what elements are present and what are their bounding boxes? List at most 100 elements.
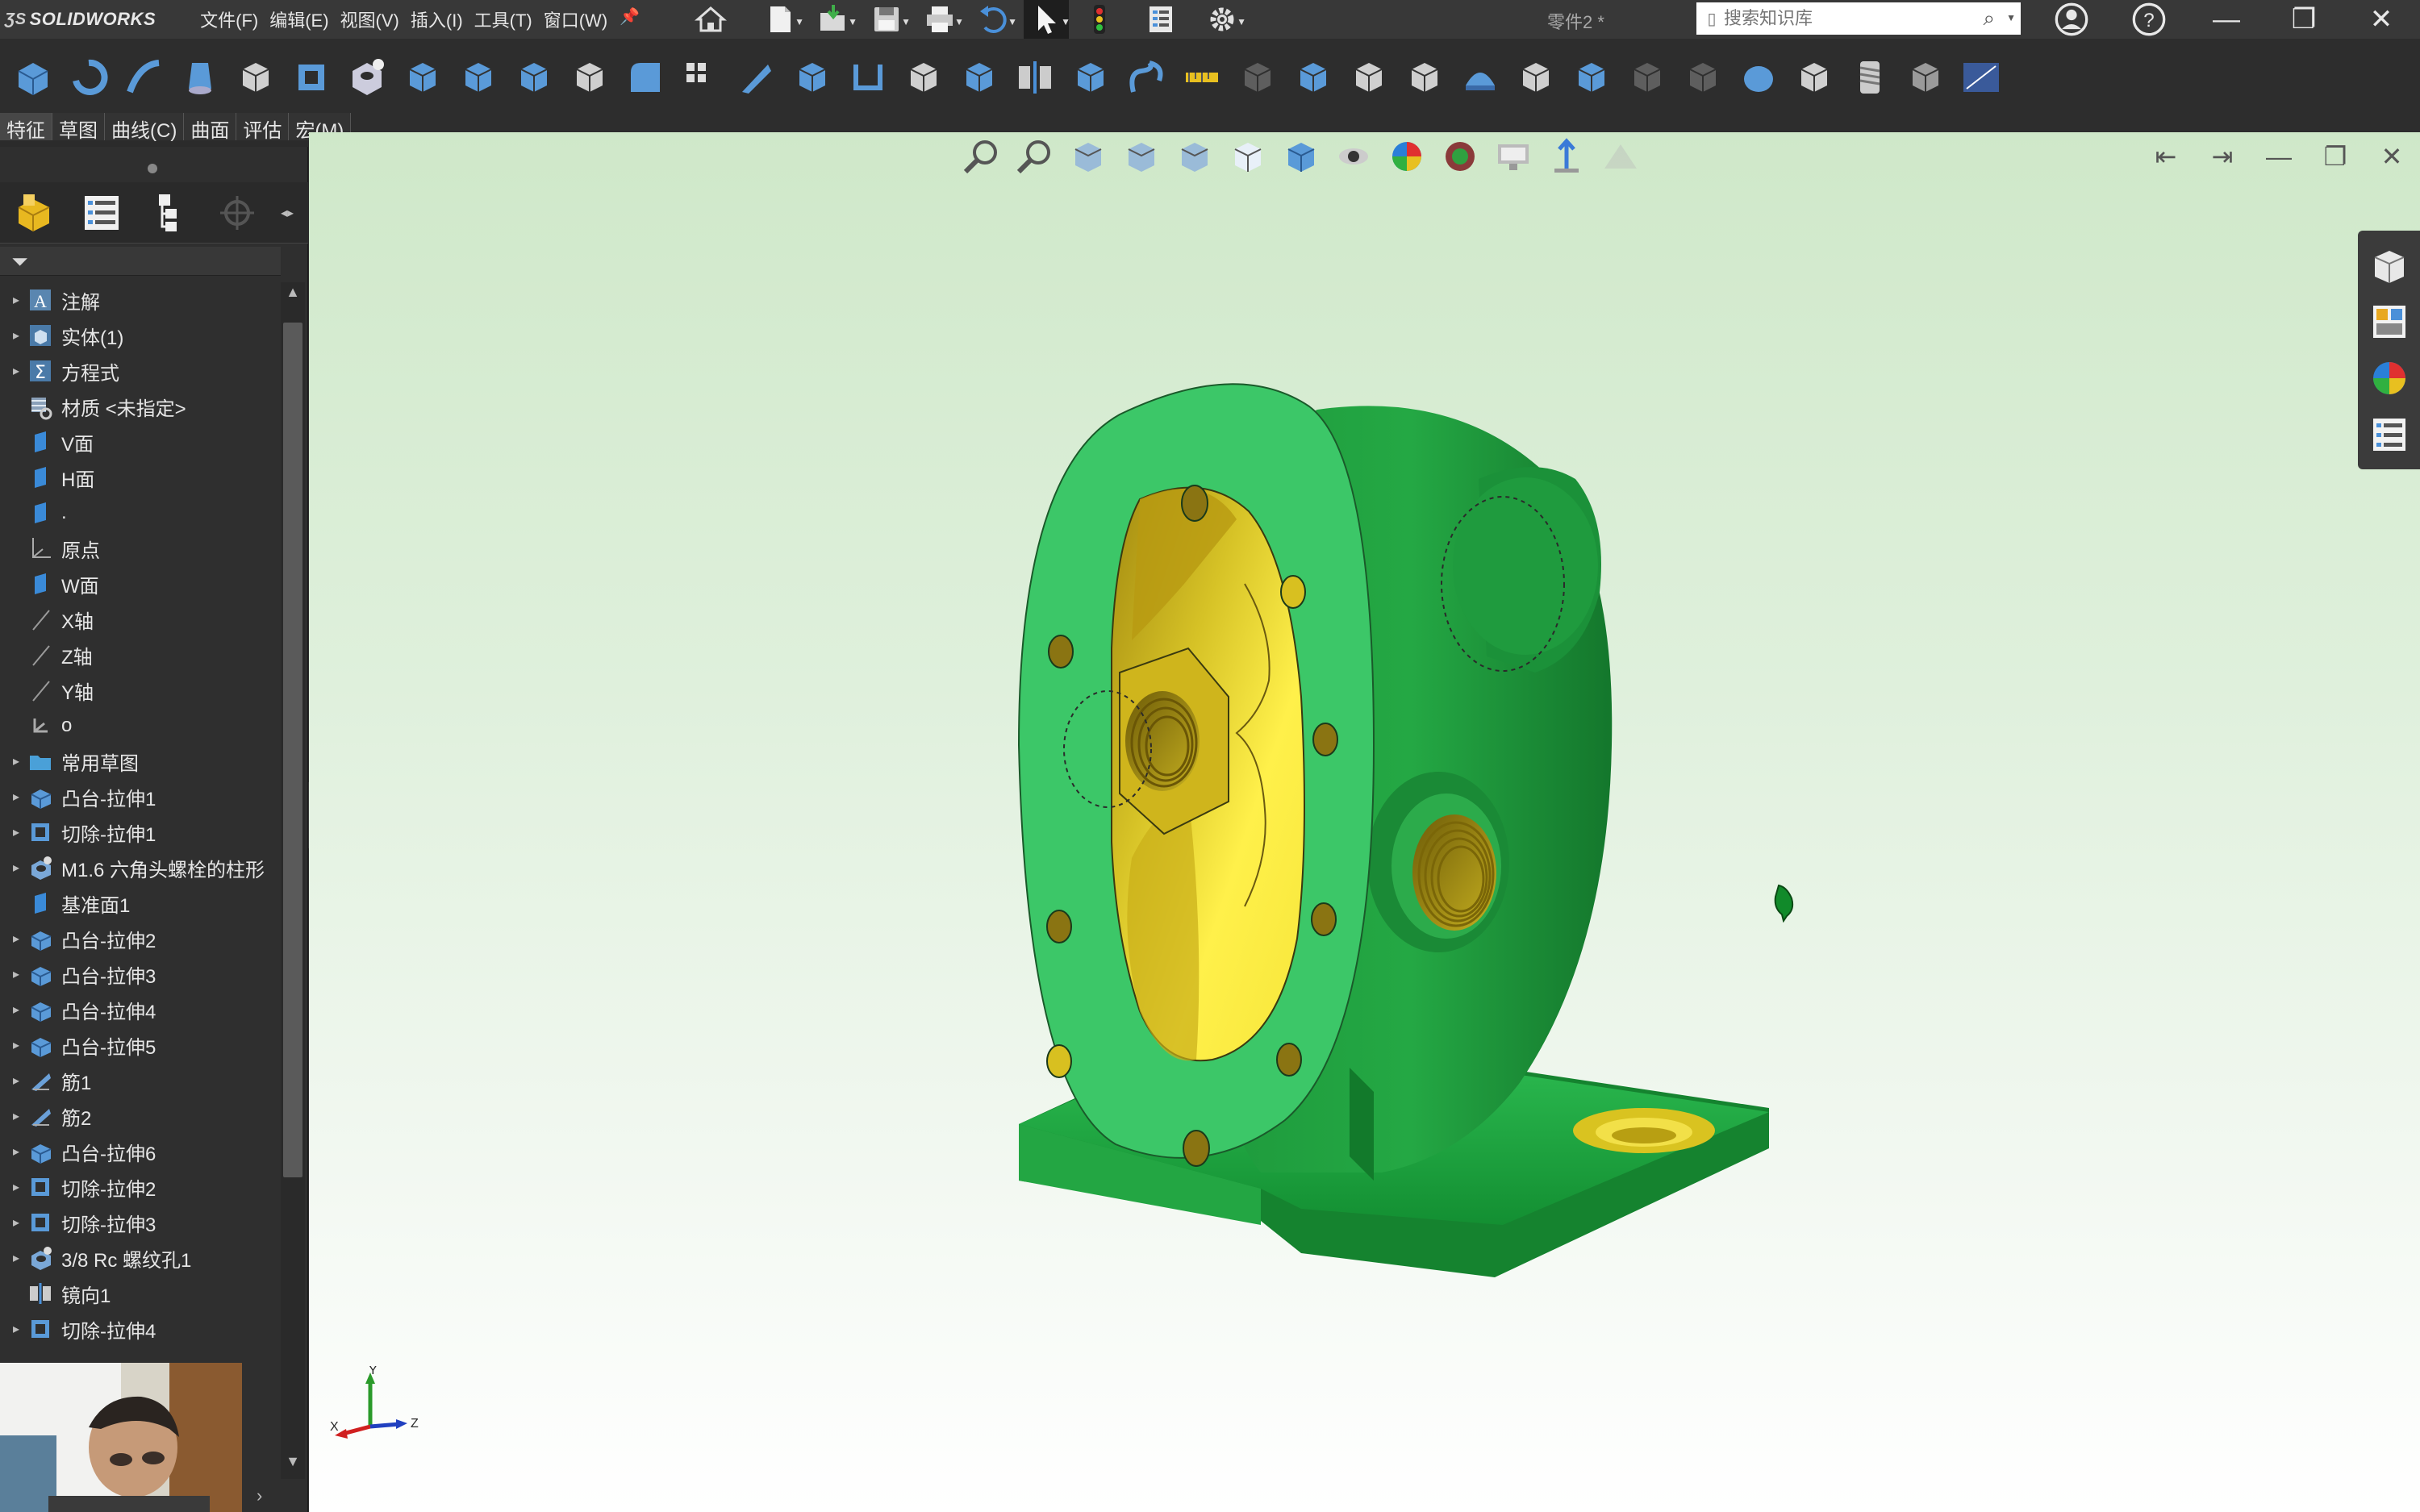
dynamic-annotation-button[interactable] [1167,132,1220,181]
rotate-view-button[interactable] [1540,132,1593,181]
app-logo[interactable]: ƷS SOLIDWORKS [5,9,156,30]
expand-caret-icon[interactable]: ▸ [6,1108,26,1124]
freeform-button[interactable] [1565,51,1618,104]
tree-filter-row[interactable]: ⏷ [0,247,281,276]
feature-tree-item[interactable]: 基准面1 [0,885,281,921]
help-button[interactable]: ? [2110,0,2188,39]
menu-window[interactable]: 窗口(W) [538,6,613,32]
dimxpert-manager-tab[interactable] [203,184,271,242]
extruded-boss-base-button[interactable] [6,51,60,104]
zoom-to-fit-button[interactable] [954,132,1008,181]
shell-button[interactable] [841,51,895,104]
feature-tree-item[interactable]: Y轴 [0,673,281,708]
revolved-cut-button[interactable] [396,51,449,104]
expand-caret-icon[interactable]: ▸ [6,931,26,947]
search-dropdown-icon[interactable]: ▼ [2006,12,2016,23]
split-button[interactable] [1398,51,1451,104]
filter-icon[interactable]: ⏷ [11,249,28,275]
thread-button[interactable] [1843,51,1896,104]
lofted-boss-button[interactable] [173,51,227,104]
viewport-minimize-button[interactable]: — [2251,132,2307,181]
search-box[interactable]: ▯ ⌕ ▼ [1696,2,2021,35]
expand-caret-icon[interactable]: ▸ [6,1037,26,1053]
tab-curves[interactable]: 曲线(C) [105,113,185,142]
panel-grip-dot[interactable] [148,164,157,173]
feature-tree-item[interactable]: Z轴 [0,637,281,673]
delete-body-button[interactable] [1676,51,1729,104]
feature-tree-item[interactable]: V面 [0,424,281,460]
expand-caret-icon[interactable]: ▸ [6,789,26,805]
combine-button[interactable] [1342,51,1396,104]
design-library-tab[interactable] [2363,237,2416,294]
feature-tree-item[interactable]: . [0,495,281,531]
feature-tree-item[interactable]: ▸ 切除-拉伸4 [0,1311,281,1347]
tab-features[interactable]: 特征 [0,113,52,142]
scroll-up-arrow-icon[interactable]: ▲ [281,284,305,308]
mirror-button[interactable] [1008,51,1062,104]
tab-evaluate[interactable]: 评估 [236,113,290,142]
dome2-button[interactable] [1732,51,1785,104]
feature-tree-item[interactable]: ▸ 凸台-拉伸6 [0,1134,281,1169]
feature-tree-item[interactable]: ▸ 实体(1) [0,318,281,353]
section-view-button[interactable] [1114,132,1167,181]
feature-tree-item[interactable]: ▸ A 注解 [0,282,281,318]
lofted-cut-button[interactable] [507,51,561,104]
expand-caret-icon[interactable]: ▸ [6,363,26,379]
close-button[interactable]: ✕ [2343,0,2420,39]
scrollbar-thumb[interactable] [283,323,302,1177]
pin-menu-icon[interactable]: 📌 [620,6,640,32]
expand-caret-icon[interactable]: ▸ [6,1250,26,1266]
options-dropdown-icon[interactable]: ▼ [1237,16,1246,27]
pump-housing-model[interactable] [309,132,2420,1512]
feature-tree-item[interactable]: ▸ 筋2 [0,1098,281,1134]
expand-caret-icon[interactable]: ▸ [6,966,26,982]
feature-tree-item[interactable]: ▸ M1.6 六角头螺栓的柱形 [0,850,281,885]
expand-caret-icon[interactable]: ▸ [6,860,26,876]
webcam-expand-icon[interactable]: › [257,1485,262,1506]
boundary-cut-button[interactable] [563,51,616,104]
feature-tree-item[interactable]: ▸ Σ 方程式 [0,353,281,389]
select-button[interactable]: ▼ [1024,0,1070,39]
feature-tree-item[interactable]: ▸ 凸台-拉伸5 [0,1027,281,1063]
print-dropdown-icon[interactable]: ▼ [954,16,964,27]
feature-tree-item[interactable]: ▸ 筋1 [0,1063,281,1098]
view-settings-button[interactable] [1487,132,1540,181]
previous-view-hud-button[interactable] [1061,132,1114,181]
reference-geometry-button[interactable] [1064,51,1117,104]
hide-show-items-button[interactable] [1327,132,1380,181]
file-explorer-tab[interactable] [2363,294,2416,350]
feature-manager-tab[interactable] [0,184,68,242]
feature-tree-item[interactable]: H面 [0,460,281,495]
feature-tree-item[interactable]: ▸ 常用草图 [0,744,281,779]
scale-button[interactable] [1621,51,1674,104]
undo-button[interactable]: ▼ [970,0,1017,39]
file-properties-button[interactable] [1138,0,1183,39]
appearances-tab[interactable] [2363,350,2416,406]
apply-scene-button[interactable] [1433,132,1487,181]
next-view-button[interactable]: ⇥ [2194,132,2251,181]
feature-tree-item[interactable]: ▸ 切除-拉伸1 [0,814,281,850]
expand-caret-icon[interactable]: ▸ [6,753,26,769]
expand-caret-icon[interactable]: ▸ [6,292,26,308]
options-button[interactable]: ▼ [1200,0,1246,39]
select-dropdown-icon[interactable]: ▼ [1061,16,1070,27]
scroll-left-icon[interactable]: ◂ [281,205,287,221]
view-orientation-button[interactable] [1220,132,1274,181]
expand-caret-icon[interactable]: ▸ [6,1321,26,1337]
feature-tree-item[interactable]: W面 [0,566,281,602]
feature-tree-item[interactable]: o [0,708,281,744]
rebuild-button[interactable] [1077,0,1122,39]
wrap-button[interactable] [897,51,950,104]
zoom-to-area-button[interactable] [1008,132,1061,181]
edit-appearance-button[interactable] [1380,132,1433,181]
feature-tree-item[interactable]: ▸ 3/8 Rc 螺纹孔1 [0,1240,281,1276]
feature-tree-item[interactable]: X轴 [0,602,281,637]
scroll-right-icon[interactable]: ▸ [287,205,294,221]
curves-button[interactable] [1120,51,1173,104]
property-manager-tab[interactable] [68,184,136,242]
tab-sketch[interactable]: 草图 [52,113,105,142]
user-account-button[interactable] [2033,0,2110,39]
menu-tools[interactable]: 工具(T) [469,6,538,32]
search-icon[interactable]: ⌕ [1983,6,1995,31]
configuration-manager-tab[interactable] [136,184,203,242]
